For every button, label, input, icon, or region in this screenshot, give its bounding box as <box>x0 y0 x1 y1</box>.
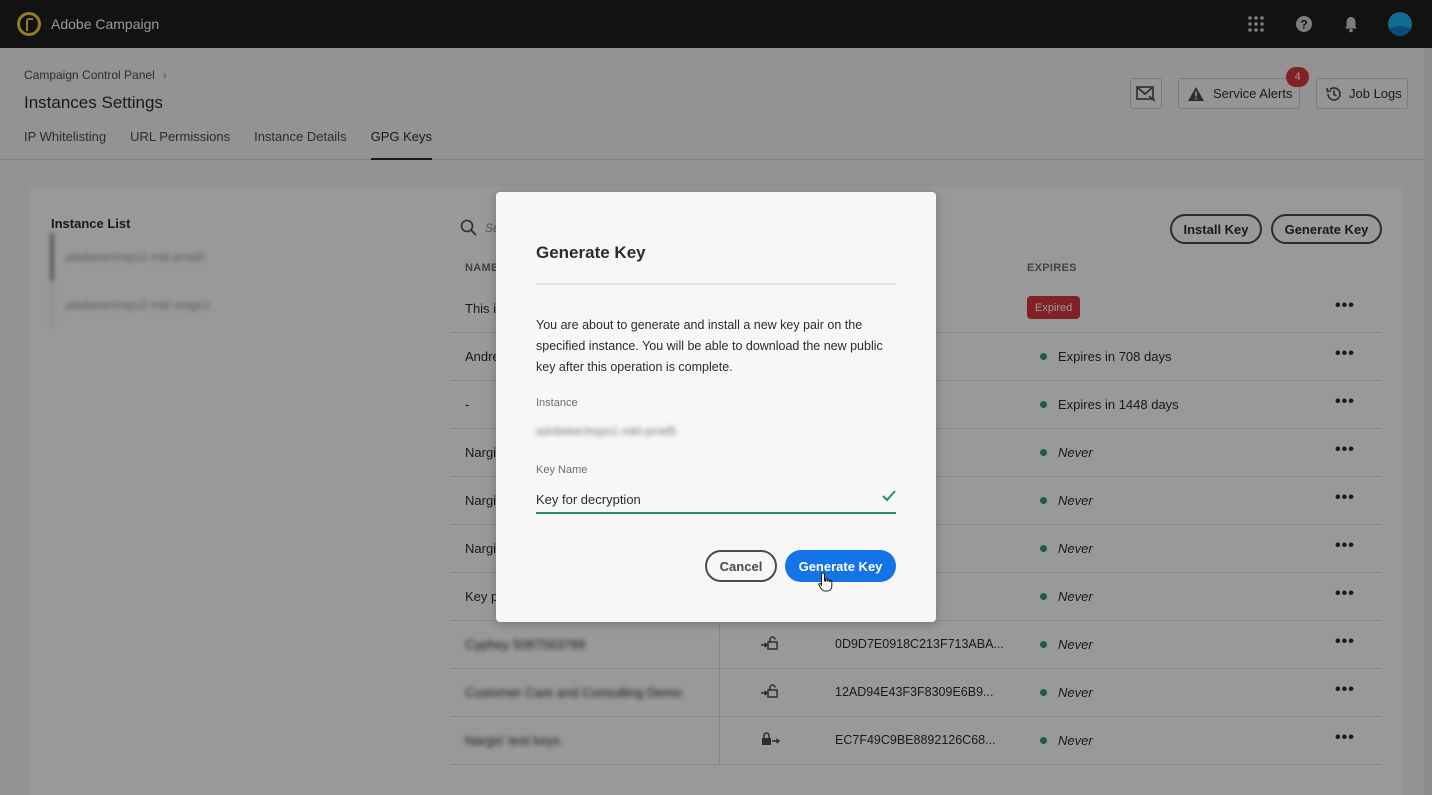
confirm-generate-key-button[interactable]: Generate Key <box>785 550 896 582</box>
dialog-description: You are about to generate and install a … <box>536 318 883 374</box>
dialog-title: Generate Key <box>536 243 646 262</box>
key-name-input[interactable] <box>536 484 896 514</box>
hand-pointer-cursor-icon <box>818 572 834 597</box>
instance-field-label: Instance <box>536 397 578 409</box>
key-name-field-label: Key Name <box>536 464 588 476</box>
checkmark-icon <box>882 489 896 507</box>
instance-field-value: adobetechops1-mkt-prod5 <box>536 424 677 438</box>
dialog-divider <box>536 283 896 285</box>
cancel-button[interactable]: Cancel <box>705 550 777 582</box>
generate-key-dialog: Generate Key You are about to generate a… <box>496 192 936 622</box>
